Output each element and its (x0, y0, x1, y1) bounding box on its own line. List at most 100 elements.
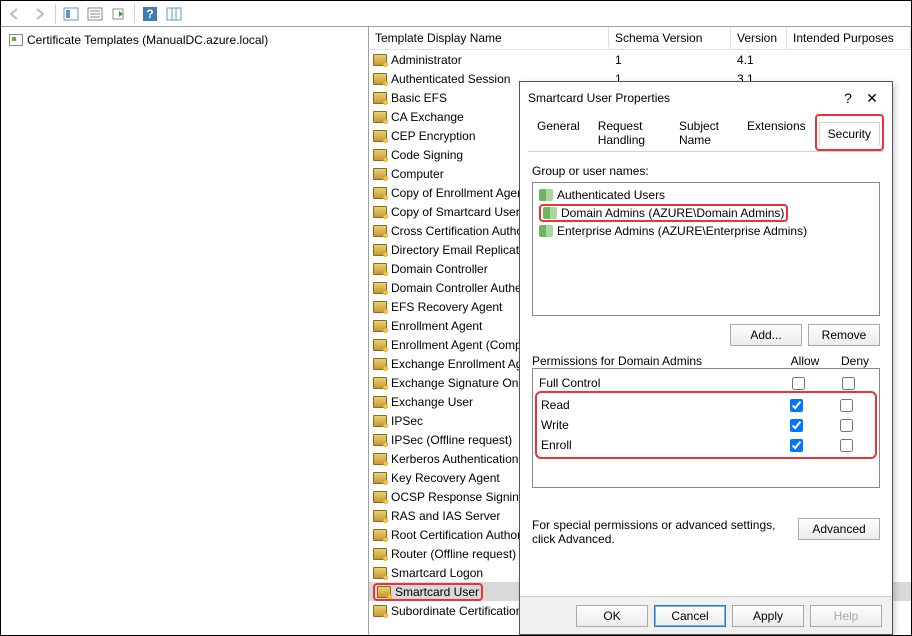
export-button[interactable] (108, 3, 130, 25)
tab-security[interactable]: Security (815, 114, 884, 151)
group-name-label: Authenticated Users (557, 188, 665, 202)
add-button[interactable]: Add... (730, 324, 802, 346)
tab-general[interactable]: General (528, 114, 589, 151)
cert-template-icon (377, 586, 391, 598)
cancel-button[interactable]: Cancel (654, 605, 726, 627)
forward-button[interactable] (29, 3, 51, 25)
advanced-button[interactable]: Advanced (798, 518, 880, 540)
permission-row: Write (541, 415, 871, 435)
col-header-name[interactable]: Template Display Name (369, 27, 609, 49)
cert-template-icon (373, 225, 387, 237)
template-schema: 1 (609, 53, 731, 67)
view-detail-button[interactable] (60, 3, 82, 25)
remove-button[interactable]: Remove (808, 324, 880, 346)
ok-button[interactable]: OK (576, 605, 648, 627)
tab-extensions[interactable]: Extensions (738, 114, 815, 151)
cert-template-icon (373, 168, 387, 180)
group-name-label: Domain Admins (AZURE\Domain Admins) (561, 206, 784, 220)
group-name-label: Enterprise Admins (AZURE\Enterprise Admi… (557, 224, 807, 238)
deny-checkbox[interactable] (840, 399, 853, 412)
template-name-label: Exchange User (391, 395, 473, 409)
template-name-label: Copy of Enrollment Agent (391, 186, 527, 200)
template-version: 4.1 (731, 53, 787, 67)
cert-template-icon (373, 130, 387, 142)
deny-checkbox[interactable] (842, 377, 855, 390)
template-name-label: Smartcard User (395, 585, 479, 599)
col-header-purpose[interactable]: Intended Purposes (787, 27, 911, 49)
tree-root-item[interactable]: Certificate Templates (ManualDC.azure.lo… (5, 31, 364, 49)
allow-checkbox[interactable] (790, 419, 803, 432)
template-name-label: Administrator (391, 53, 462, 67)
svg-text:?: ? (146, 7, 153, 21)
template-name-label: Basic EFS (391, 91, 447, 105)
cert-template-icon (373, 434, 387, 446)
template-name-label: Router (Offline request) (391, 547, 516, 561)
toolbar: ? (1, 1, 911, 27)
cert-template-icon (373, 605, 387, 617)
group-item[interactable]: Enterprise Admins (AZURE\Enterprise Admi… (537, 223, 875, 239)
group-names-list[interactable]: Authenticated Users Domain Admins (AZURE\… (532, 182, 880, 316)
col-header-version[interactable]: Version (731, 27, 787, 49)
template-name-label: Key Recovery Agent (391, 471, 500, 485)
cert-template-icon (373, 149, 387, 161)
cert-template-icon (373, 358, 387, 370)
group-item[interactable]: Domain Admins (AZURE\Domain Admins) (537, 203, 875, 223)
cert-template-icon (373, 548, 387, 560)
list-header: Template Display Name Schema Version Ver… (369, 27, 911, 50)
tree-root-label: Certificate Templates (ManualDC.azure.lo… (27, 33, 268, 47)
template-name-label: Smartcard Logon (391, 566, 483, 580)
cert-template-icon (373, 244, 387, 256)
cert-template-icon (373, 282, 387, 294)
group-names-label: Group or user names: (532, 164, 880, 178)
cert-template-icon (373, 301, 387, 313)
cert-template-icon (373, 567, 387, 579)
cert-template-icon (373, 529, 387, 541)
allow-checkbox[interactable] (792, 377, 805, 390)
cert-template-icon (373, 320, 387, 332)
deny-checkbox[interactable] (840, 439, 853, 452)
template-name-label: EFS Recovery Agent (391, 300, 502, 314)
special-permissions-text: For special permissions or advanced sett… (532, 518, 790, 546)
back-button[interactable] (5, 3, 27, 25)
permissions-list: Full ControlReadWriteEnroll (532, 368, 880, 488)
view-columns-button[interactable] (163, 3, 185, 25)
apply-button[interactable]: Apply (732, 605, 804, 627)
deny-checkbox[interactable] (840, 419, 853, 432)
template-name-label: IPSec (391, 414, 423, 428)
group-item[interactable]: Authenticated Users (537, 187, 875, 203)
allow-header: Allow (780, 354, 830, 368)
view-list-button[interactable] (84, 3, 106, 25)
dialog-close-button[interactable]: ✕ (860, 90, 884, 107)
help-button[interactable]: ? (139, 3, 161, 25)
col-header-schema[interactable]: Schema Version (609, 27, 731, 49)
template-name-label: CA Exchange (391, 110, 464, 124)
dialog-title: Smartcard User Properties (528, 91, 836, 105)
dialog-titlebar: Smartcard User Properties ? ✕ (520, 82, 892, 114)
dialog-help-button[interactable]: ? (836, 90, 860, 106)
permission-name: Enroll (541, 438, 771, 452)
tree-pane: Certificate Templates (ManualDC.azure.lo… (1, 27, 369, 635)
tab-request-handling[interactable]: Request Handling (589, 114, 670, 151)
allow-checkbox[interactable] (790, 439, 803, 452)
cert-template-icon (373, 263, 387, 275)
allow-checkbox[interactable] (790, 399, 803, 412)
tab-subject-name[interactable]: Subject Name (670, 114, 738, 151)
template-name-label: Directory Email Replication (391, 243, 535, 257)
template-name-label: Exchange Signature Only (391, 376, 527, 390)
cert-template-icon (373, 472, 387, 484)
template-name-label: Computer (391, 167, 444, 181)
permission-name: Write (541, 418, 771, 432)
cert-template-icon (373, 453, 387, 465)
cert-template-icon (373, 510, 387, 522)
template-name-label: Copy of Smartcard User (391, 205, 520, 219)
cert-template-icon (373, 396, 387, 408)
cert-template-icon (373, 377, 387, 389)
template-name-label: Enrollment Agent (391, 319, 482, 333)
template-row[interactable]: Administrator 14.1 (369, 50, 911, 69)
cert-template-icon (373, 54, 387, 66)
cert-template-icon (373, 92, 387, 104)
template-name-label: Cross Certification Authority (391, 224, 539, 238)
template-name-label: CEP Encryption (391, 129, 476, 143)
users-icon (543, 207, 557, 219)
permission-row: Full Control (539, 373, 873, 393)
